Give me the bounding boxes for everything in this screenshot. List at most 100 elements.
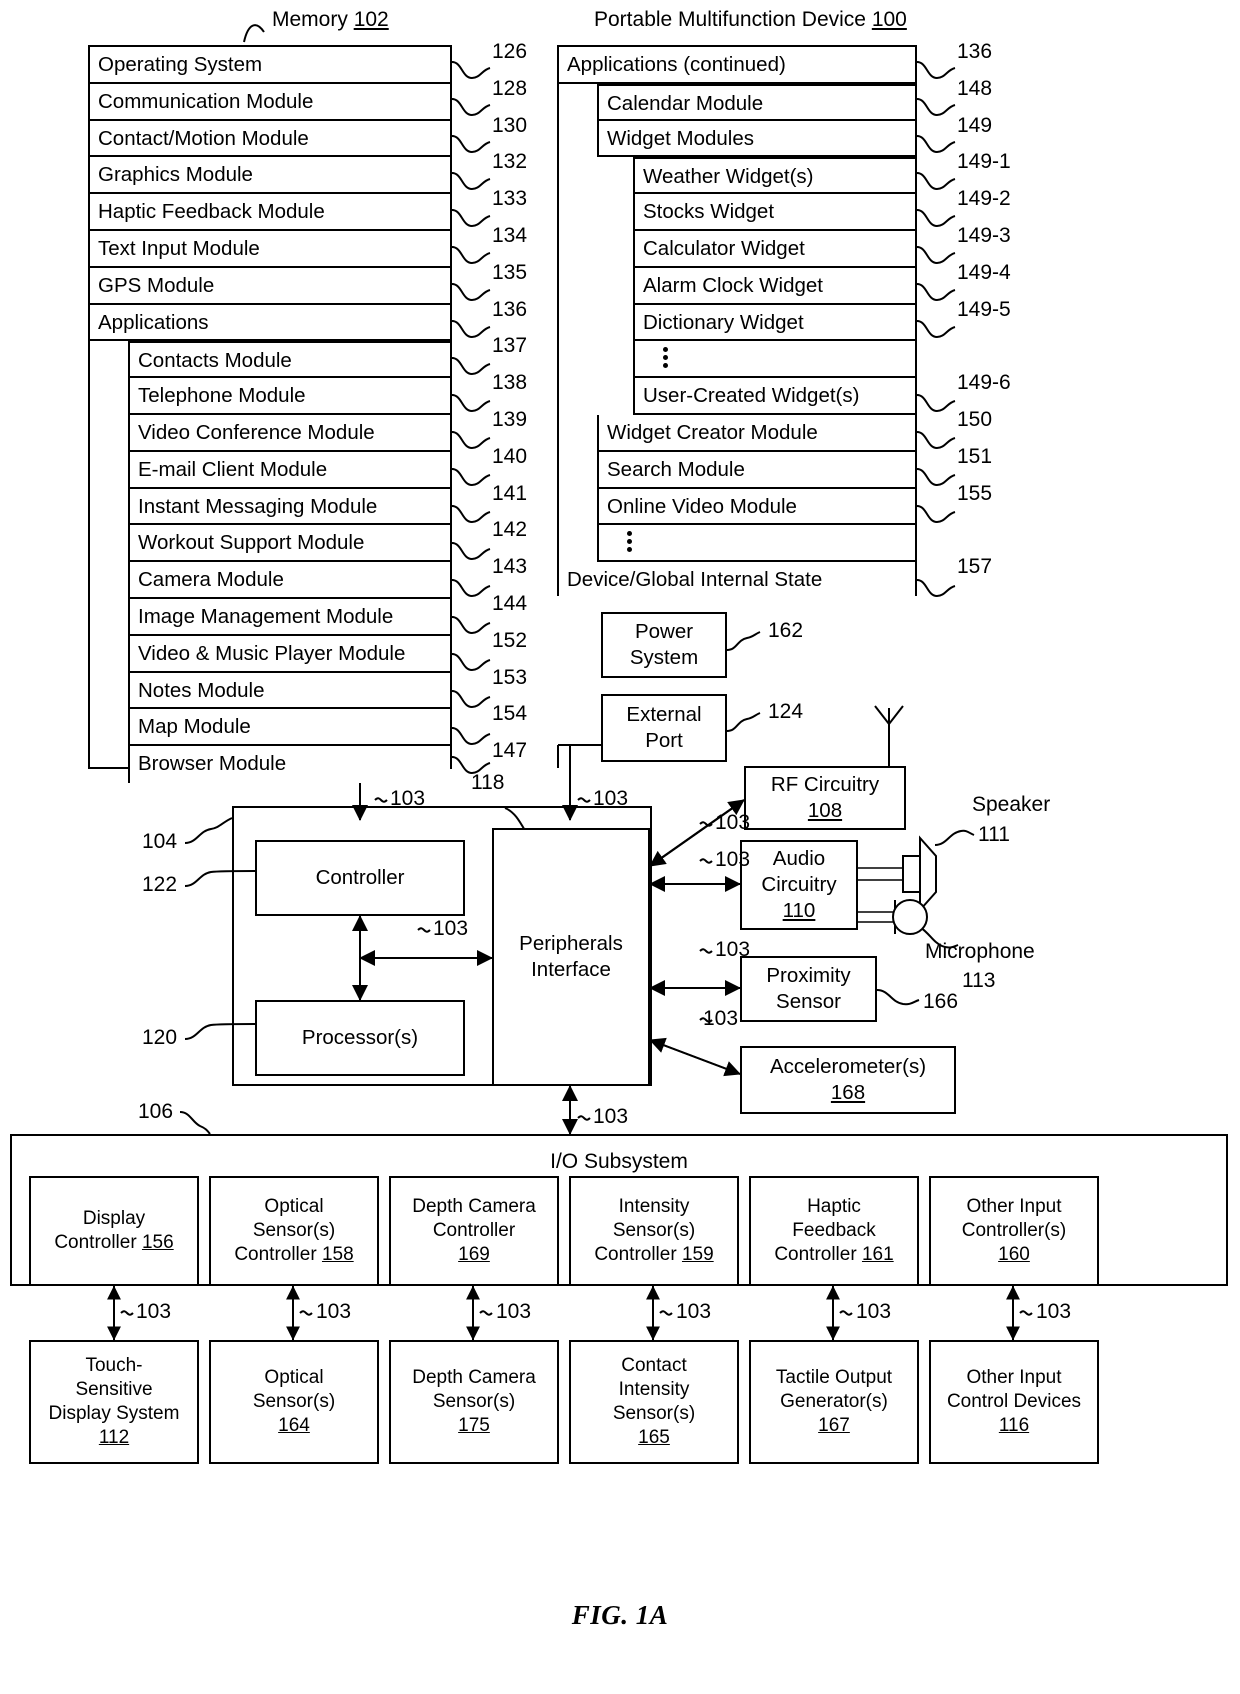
ref-154: 154 — [492, 702, 528, 726]
ref-153: 153 — [492, 665, 528, 689]
stack-row-label: Applications — [98, 310, 209, 334]
ref-134: 134 — [492, 224, 528, 247]
stack-row: Applications — [90, 304, 450, 342]
io-device-167[interactable]: Tactile Output Generator(s) 167 — [749, 1340, 919, 1464]
io-controller-161[interactable]: Haptic Feedback Controller 161 — [749, 1176, 919, 1286]
stack-row: Notes Module — [128, 672, 450, 710]
ref-166: 166 — [923, 990, 959, 1013]
stack-row: Browser Module — [128, 746, 450, 783]
io-controller-number: 169 — [458, 1244, 490, 1265]
ref-113: 113 — [962, 969, 996, 992]
stack-row-label: Communication Module — [98, 89, 314, 113]
io-device-112[interactable]: Touch- Sensitive Display System 112 — [29, 1340, 199, 1464]
bus-label-103: 103 — [390, 787, 426, 810]
memory-panel-title: Memory 102 — [272, 8, 389, 31]
stack-row: E-mail Client Module — [128, 451, 450, 489]
io-device-116[interactable]: Other Input Control Devices 116 — [929, 1340, 1099, 1464]
io-device-line: Control Devices — [946, 1391, 1082, 1412]
bus-label-103: 103 — [433, 917, 469, 940]
ref-144: 144 — [492, 592, 528, 615]
stack-row-label: Instant Messaging Module — [138, 494, 378, 518]
io-controller-line: Other Input — [966, 1196, 1062, 1217]
io-device-number: 167 — [818, 1415, 850, 1436]
ref-152: 152 — [492, 628, 528, 652]
io-device-line: Depth Camera — [412, 1367, 536, 1388]
ref-135: 135 — [492, 260, 528, 284]
stack-row-label: Calendar Module — [607, 91, 764, 115]
stack-row: Image Management Module — [128, 598, 450, 636]
ref-139: 139 — [492, 408, 528, 431]
ref-133: 133 — [492, 187, 528, 211]
io-controller-169[interactable]: Depth Camera Controller 169 — [389, 1176, 559, 1286]
io-controller-line: Display — [82, 1208, 146, 1229]
stack-row: Operating System — [90, 47, 450, 84]
io-subsystem-label: I/O Subsystem — [550, 1150, 688, 1173]
io-controller-line: Controller(s) — [961, 1220, 1067, 1241]
stack-row: Calendar Module — [597, 83, 915, 121]
stack-row-label: Contact/Motion Module — [98, 126, 309, 150]
io-controller-156[interactable]: Display Controller 156 — [29, 1176, 199, 1286]
stack-row: Contacts Module — [128, 341, 450, 379]
ref-149-1: 149-1 — [957, 150, 1011, 174]
stack-row-label: Search Module — [607, 457, 745, 481]
io-device-164[interactable]: Optical Sensor(s) 164 — [209, 1340, 379, 1464]
stack-row: Applications (continued) — [559, 47, 915, 84]
stack-row-label: Workout Support Module — [138, 531, 365, 555]
ref-149-5: 149-5 — [957, 297, 1011, 321]
ref-126: 126 — [492, 40, 528, 63]
io-controller-159[interactable]: Intensity Sensor(s) Controller 159 — [569, 1176, 739, 1286]
audio-circuitry-block: Audio Circuitry 110 — [740, 840, 858, 930]
stack-row-label: Calculator Widget — [643, 236, 805, 260]
io-controller-line: Feedback — [792, 1220, 876, 1241]
io-controller-line: Haptic — [807, 1196, 861, 1217]
stack-row-label: Text Input Module — [98, 236, 260, 260]
stack-row: Search Module — [597, 451, 915, 489]
io-device-line: Intensity — [618, 1379, 690, 1400]
stack-row: Video & Music Player Module — [128, 635, 450, 673]
stack-row-label: Graphics Module — [98, 163, 253, 187]
io-device-175[interactable]: Depth Camera Sensor(s) 175 — [389, 1340, 559, 1464]
io-device-number: 175 — [458, 1415, 490, 1436]
stack-row: Device/Global Internal State — [559, 562, 915, 599]
stack-row-label: Haptic Feedback Module — [98, 200, 325, 224]
microphone-label: Microphone — [925, 940, 1035, 963]
io-controller-line: Controller — [432, 1220, 516, 1241]
io-controller-line: Depth Camera — [412, 1196, 536, 1217]
io-device-number: 164 — [278, 1415, 310, 1436]
accelerometer-block: Accelerometer(s) 168 — [740, 1046, 956, 1114]
stack-row: Text Input Module — [90, 230, 450, 268]
ref-141: 141 — [492, 481, 528, 505]
stack-row-label: Operating System — [98, 53, 263, 76]
io-controller-160[interactable]: Other Input Controller(s) 160 — [929, 1176, 1099, 1286]
ref-149-4: 149-4 — [957, 260, 1011, 284]
io-controller-158[interactable]: Optical Sensor(s) Controller 158 — [209, 1176, 379, 1286]
bus-label-103: 103 — [715, 938, 751, 961]
stack-row-label: Stocks Widget — [643, 200, 775, 224]
stack-row: Widget Creator Module — [597, 414, 915, 452]
io-device-line: Other Input — [966, 1367, 1062, 1388]
bus-label-103: 103 — [593, 1105, 629, 1128]
stack-row-label: Weather Widget(s) — [643, 165, 814, 189]
ref-137: 137 — [492, 334, 528, 358]
ref-155: 155 — [957, 481, 993, 505]
speaker-label: Speaker — [972, 793, 1051, 816]
stack-row: Video Conference Module — [128, 414, 450, 452]
ref-157: 157 — [957, 555, 993, 579]
stack-row: Weather Widget(s) — [633, 157, 915, 195]
io-controller-line: Optical — [264, 1196, 324, 1217]
ref-149-2: 149-2 — [957, 187, 1011, 211]
io-device-165[interactable]: Contact Intensity Sensor(s) 165 — [569, 1340, 739, 1464]
bus-label-103: 103 — [676, 1300, 712, 1323]
io-controller-line: Controller 161 — [774, 1244, 894, 1265]
stack-row — [633, 341, 915, 379]
stack-row-label: Notes Module — [138, 678, 265, 702]
stack-row: Camera Module — [128, 562, 450, 599]
stack-row-label: Applications (continued) — [567, 53, 786, 76]
stack-row: Graphics Module — [90, 157, 450, 195]
ref-130: 130 — [492, 113, 528, 137]
stack-row-label: Image Management Module — [138, 604, 394, 628]
ref-151: 151 — [957, 444, 993, 468]
power-system-block: Power System — [601, 612, 727, 678]
ref-149-3: 149-3 — [957, 224, 1011, 247]
device-panel: Applications (continued) Calendar Module W… — [557, 45, 917, 599]
